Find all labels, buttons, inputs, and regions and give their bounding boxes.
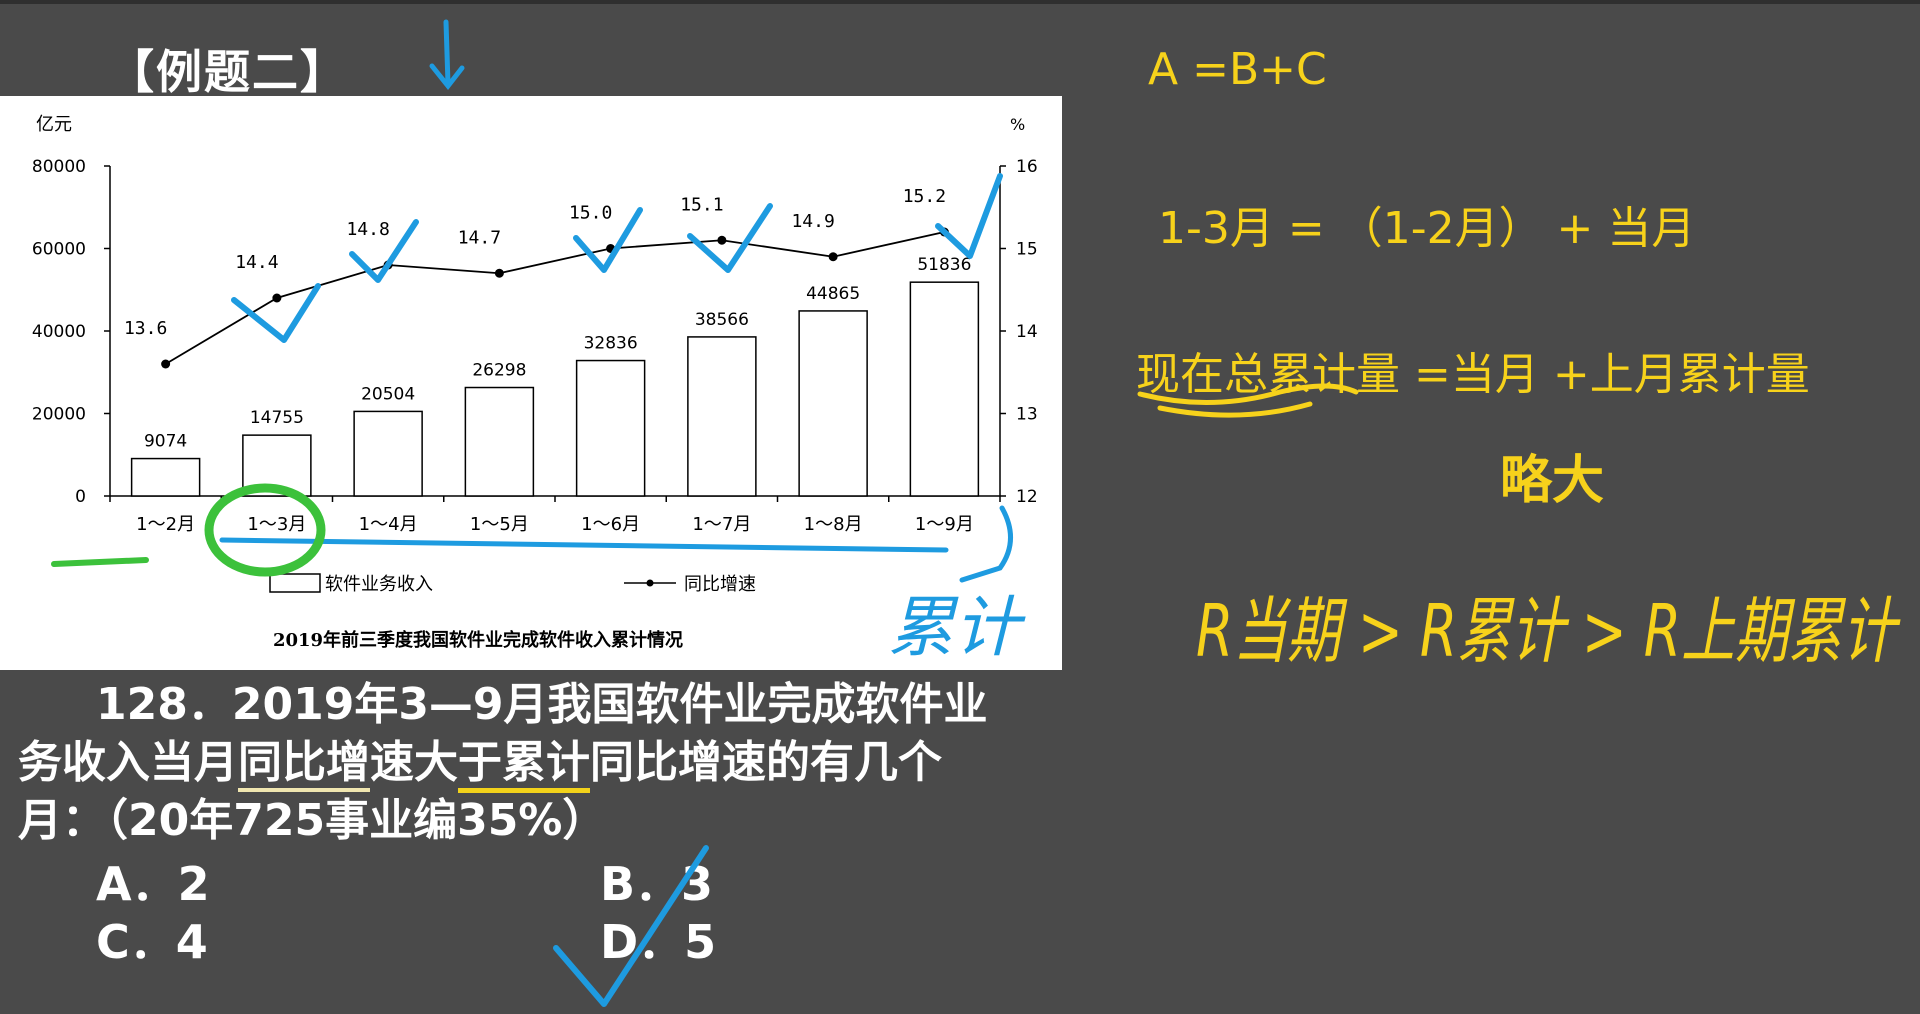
growth-rate-point: [606, 244, 616, 253]
bar-value-label: 26298: [472, 361, 526, 381]
legend-bar-label: 软件业务收入: [325, 574, 433, 595]
growth-rate-point: [383, 260, 393, 270]
bar: [464, 386, 535, 497]
question-line-3: 月：（20年725事业编35%）: [18, 792, 1078, 850]
screen: 【例题二】 亿元 % 0 20000 40000 60000 80000 12 13 14 15…: [0, 0, 1920, 1014]
growth-rate-label: 13.6: [124, 318, 167, 339]
note-formula: A =B+C: [1148, 44, 1327, 95]
growth-rate-point: [828, 252, 838, 262]
growth-rate-label: 15.1: [680, 194, 723, 215]
bar: [353, 410, 423, 497]
legend-bar-swatch: [269, 573, 321, 593]
right-tick-label: 16: [1016, 157, 1038, 177]
option-d[interactable]: D．5: [600, 906, 716, 972]
example-heading: 【例题二】: [108, 45, 348, 99]
bar: [798, 310, 868, 497]
bar: [687, 336, 757, 497]
x-tick-label: 1～8月: [804, 514, 863, 535]
growth-rate-label: 14.8: [346, 219, 389, 240]
bar-value-label: 38566: [695, 310, 749, 330]
x-tick-label: 1～4月: [359, 514, 418, 535]
handwritten-expression: R当期 > R累计 > R上期累计: [1196, 589, 1901, 673]
left-tick-label: 20000: [32, 405, 86, 425]
left-axis-unit: 亿元: [36, 114, 72, 135]
growth-rate-point: [939, 227, 949, 237]
legend-line-marker: [646, 579, 654, 587]
option-a[interactable]: A．2: [96, 848, 210, 914]
bar-value-label: 20504: [361, 384, 415, 404]
x-tick-label: 1～2月: [136, 514, 195, 535]
software-revenue-chart: 亿元 % 0 20000 40000 60000 80000 12 13 14 15 16 1～2月…: [32, 114, 1038, 651]
growth-rate-point: [494, 268, 504, 278]
right-tick-label: 13: [1016, 405, 1038, 425]
blue-down-arrow: [429, 19, 465, 91]
left-tick-label: 80000: [32, 157, 86, 177]
note-cumulative-underlined: 现在总累计量: [1136, 349, 1400, 400]
right-tick-label: 14: [1016, 322, 1038, 342]
note-month-formula: 1-3月 = （1-2月） + 当月: [1158, 203, 1696, 254]
growth-rate-label: 14.9: [791, 211, 834, 232]
x-tick-label: 1～3月: [247, 514, 306, 535]
legend-line-label: 同比增速: [684, 574, 756, 595]
x-tick-label: 1～6月: [581, 514, 640, 535]
bar: [575, 359, 646, 497]
growth-rate-label: 15.0: [569, 203, 612, 224]
question-number: 128．: [96, 679, 232, 730]
bar-value-label: 9074: [144, 432, 187, 452]
left-tick-label: 0: [75, 487, 86, 507]
top-edge: [0, 0, 1920, 4]
growth-rate-point: [161, 359, 171, 369]
bar: [909, 281, 980, 497]
bar-value-label: 32836: [584, 334, 638, 354]
question-underline-2: 于累计: [458, 737, 590, 793]
question-text-b: 务收入当月: [18, 737, 238, 788]
right-axis-unit: %: [1010, 115, 1025, 134]
question-block: 128．2019年3—9月我国软件业完成软件业 务收入当月同比增速大于累计同比增…: [18, 676, 1078, 850]
left-tick-label: 40000: [32, 322, 86, 342]
bar: [242, 434, 312, 497]
question-line-1: 128．2019年3—9月我国软件业完成软件业: [18, 676, 1078, 734]
chart-bars: [130, 281, 980, 497]
question-text-a: 2019年3—9月我国软件业完成软件业: [231, 679, 988, 730]
bar: [130, 457, 201, 497]
option-b[interactable]: B．3: [600, 848, 713, 914]
growth-rate-label: 14.4: [235, 252, 278, 273]
x-tick-label: 1～7月: [692, 514, 751, 535]
option-c[interactable]: C．4: [96, 906, 208, 972]
bar-value-label: 44865: [806, 284, 860, 304]
question-text-c: 速大: [370, 737, 458, 788]
x-tick-label: 1～9月: [915, 514, 974, 535]
bar-value-label: 14755: [250, 408, 304, 428]
x-tick-label: 1～5月: [470, 514, 529, 535]
question-line-2: 务收入当月同比增速大于累计同比增速的有几个: [18, 734, 1078, 793]
bar-value-label: 51836: [917, 255, 971, 275]
right-tick-label: 12: [1016, 487, 1038, 507]
right-tick-label: 15: [1016, 240, 1038, 260]
note-cumulative-rest: =当月 +上月累计量: [1400, 349, 1810, 400]
growth-rate-point: [717, 235, 727, 245]
question-underline-1: 同比增: [238, 737, 370, 792]
chart-title: 2019年前三季度我国软件业完成软件收入累计情况: [273, 629, 683, 651]
handwritten-top-word: 略大: [1500, 451, 1604, 511]
growth-rate-point: [272, 293, 282, 303]
question-text-e: 月：（20年725事业编35%）: [18, 795, 607, 846]
growth-rate-label: 14.7: [458, 227, 501, 248]
growth-rate-label: 15.2: [903, 186, 946, 207]
left-tick-label: 60000: [32, 240, 86, 260]
question-text-d: 同比增速的有几个: [590, 737, 942, 788]
chart-panel: 亿元 % 0 20000 40000 60000 80000 12 13 14 15 16 1～2月…: [0, 96, 1062, 670]
note-cumulative: 现在总累计量 =当月 +上月累计量: [1136, 338, 1810, 402]
